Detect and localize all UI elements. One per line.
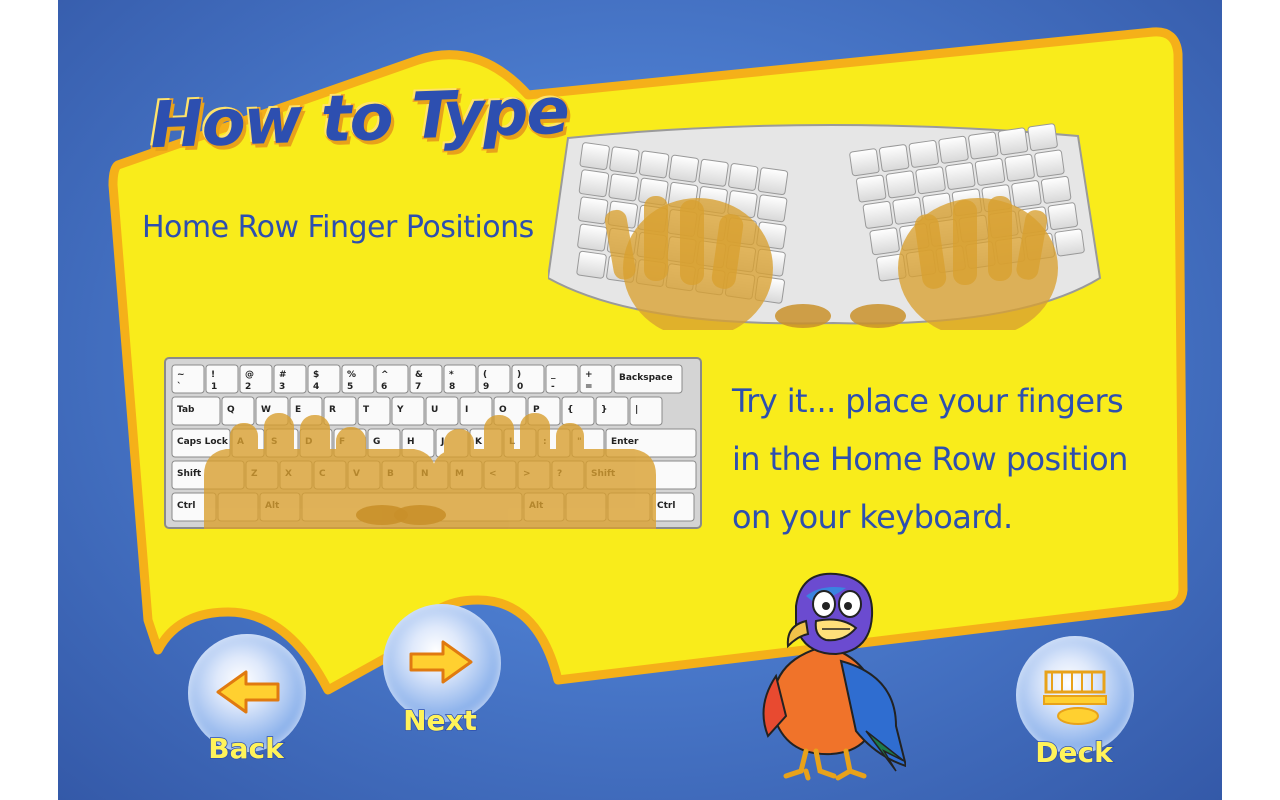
key-9-label: ( bbox=[483, 370, 487, 380]
ergo-keys-left-key bbox=[757, 194, 788, 223]
key-tab-label: Tab bbox=[177, 405, 195, 415]
ergo-keys-right-key bbox=[849, 148, 880, 177]
key-11-label: _ bbox=[551, 370, 556, 380]
key-t-label: T bbox=[363, 405, 370, 415]
key-4-sublabel: 4 bbox=[313, 382, 319, 392]
key-7-sublabel: 7 bbox=[415, 382, 421, 392]
key-1-label: ! bbox=[211, 370, 215, 380]
ergo-keys-right-key bbox=[885, 170, 917, 199]
key-q-label: Q bbox=[227, 405, 235, 415]
ergo-keys-left-key bbox=[579, 142, 610, 170]
standard-keyboard-image: ~`! 1 @2 #3 $4% 5 ^ 6 & 7 * 8 (9) 0 _ - + = Backspace Tab Q W… bbox=[164, 357, 702, 529]
ergonomic-keyboard-image bbox=[548, 123, 1102, 330]
key-row2-5-label: H bbox=[407, 437, 415, 447]
key-7-label: & bbox=[415, 370, 423, 380]
key-6-label: ^ bbox=[381, 370, 389, 380]
deck-label[interactable]: Deck bbox=[1004, 735, 1144, 770]
ergo-keys-left-key bbox=[757, 167, 789, 196]
ergo-keys-right-key bbox=[1054, 228, 1085, 257]
page-title: How to Type bbox=[147, 73, 570, 165]
next-label[interactable]: Next bbox=[370, 703, 510, 738]
key-8-sublabel: 8 bbox=[449, 382, 455, 392]
ergo-keys-left-key bbox=[577, 223, 608, 252]
key-4-label: $ bbox=[313, 370, 319, 380]
key-9-sublabel: 9 bbox=[483, 382, 489, 392]
ergo-keys-right-key bbox=[915, 166, 946, 195]
key-row2-4-label: G bbox=[373, 437, 380, 447]
key-6-sublabel: 6 bbox=[381, 382, 387, 392]
key-5-sublabel: 5 bbox=[347, 382, 353, 392]
key-0-sublabel: ` bbox=[177, 381, 182, 392]
key-12-sublabel: = bbox=[585, 382, 593, 392]
key-ctrl-left-label: Ctrl bbox=[177, 501, 195, 511]
instruction-line-2: in the Home Row position bbox=[732, 440, 1128, 478]
ergo-keys-left-key bbox=[728, 163, 759, 191]
instruction-line-1: Try it... place your fingers bbox=[732, 382, 1124, 420]
ergo-keys-right-key bbox=[862, 201, 894, 229]
ergo-keys-left-key bbox=[698, 158, 729, 187]
key-10-sublabel: 0 bbox=[517, 382, 523, 392]
key-10-label: ) bbox=[517, 370, 521, 380]
key-u-label: U bbox=[431, 405, 438, 415]
ergo-keys-right-key bbox=[855, 174, 887, 203]
ergo-keys-right-key bbox=[1027, 123, 1058, 152]
key-i-label: I bbox=[465, 405, 468, 415]
key-y-label: Y bbox=[396, 405, 404, 415]
key-enter-label: Enter bbox=[611, 437, 639, 447]
key-backspace-label: Backspace bbox=[619, 373, 673, 383]
key-o-label: O bbox=[499, 405, 507, 415]
key-12-label: + bbox=[585, 370, 593, 380]
key-2-sublabel: 2 bbox=[245, 382, 251, 392]
ergo-keys-left-key bbox=[608, 173, 639, 202]
key-ctrl-right-label: Ctrl bbox=[657, 501, 675, 511]
key-caps-lock-label: Caps Lock bbox=[177, 437, 229, 447]
ergo-keys-right-key bbox=[938, 135, 969, 164]
ergo-keys-right-key bbox=[908, 140, 939, 168]
ergo-keys-right-key bbox=[997, 127, 1029, 156]
ergo-keys-left-key bbox=[609, 146, 640, 175]
key-e-label: E bbox=[295, 405, 301, 415]
key-w-label: W bbox=[261, 405, 271, 415]
key-0-label: ~ bbox=[177, 370, 185, 380]
key-8-label: * bbox=[449, 370, 454, 380]
key-shift-left-label: Shift bbox=[177, 469, 202, 479]
instruction-text: Try it... place your fingers in the Home… bbox=[732, 372, 1132, 546]
ergo-keys-right-key bbox=[974, 158, 1006, 186]
ergo-keys-right-key bbox=[878, 144, 910, 172]
instruction-line-3: on your keyboard. bbox=[732, 498, 1013, 536]
ergo-keys-right-key bbox=[1047, 202, 1079, 231]
ergo-keys-left-key bbox=[576, 250, 607, 279]
lesson-subtitle: Home Row Finger Positions bbox=[142, 210, 534, 245]
key-5-label: % bbox=[347, 370, 356, 380]
parrot-mascot bbox=[762, 572, 906, 781]
key-row2-7-label: K bbox=[475, 437, 483, 447]
ergo-keys-right-key bbox=[1011, 180, 1042, 208]
ergo-keys-right-key bbox=[1040, 175, 1072, 204]
ergo-keys-right-key bbox=[945, 162, 976, 190]
key-11-sublabel: - bbox=[551, 382, 555, 392]
key-r-label: R bbox=[329, 405, 336, 415]
key-|-label: | bbox=[635, 405, 638, 415]
key-}-label: } bbox=[601, 405, 607, 415]
key-2-label: @ bbox=[245, 370, 254, 380]
ergo-keys-right-key bbox=[1034, 149, 1065, 178]
ergo-keys-right-key bbox=[869, 227, 900, 256]
ergo-keys-right-key bbox=[968, 131, 999, 160]
key-1-sublabel: 1 bbox=[211, 382, 217, 392]
ergo-keys-left-key bbox=[578, 169, 610, 198]
ergo-keys-left-key bbox=[577, 196, 609, 225]
ergo-keys-left-key bbox=[638, 150, 670, 179]
key-{-label: { bbox=[567, 405, 573, 415]
ergo-keys-left-key bbox=[668, 154, 699, 183]
key-row2-6-label: J bbox=[440, 437, 444, 447]
stage: How to Type Home Row Finger Positions ~ `… bbox=[58, 0, 1222, 800]
key-3-sublabel: 3 bbox=[279, 382, 285, 392]
key-3-label: # bbox=[279, 370, 287, 380]
back-label[interactable]: Back bbox=[176, 731, 316, 766]
ergo-keys-right-key bbox=[1004, 153, 1035, 182]
